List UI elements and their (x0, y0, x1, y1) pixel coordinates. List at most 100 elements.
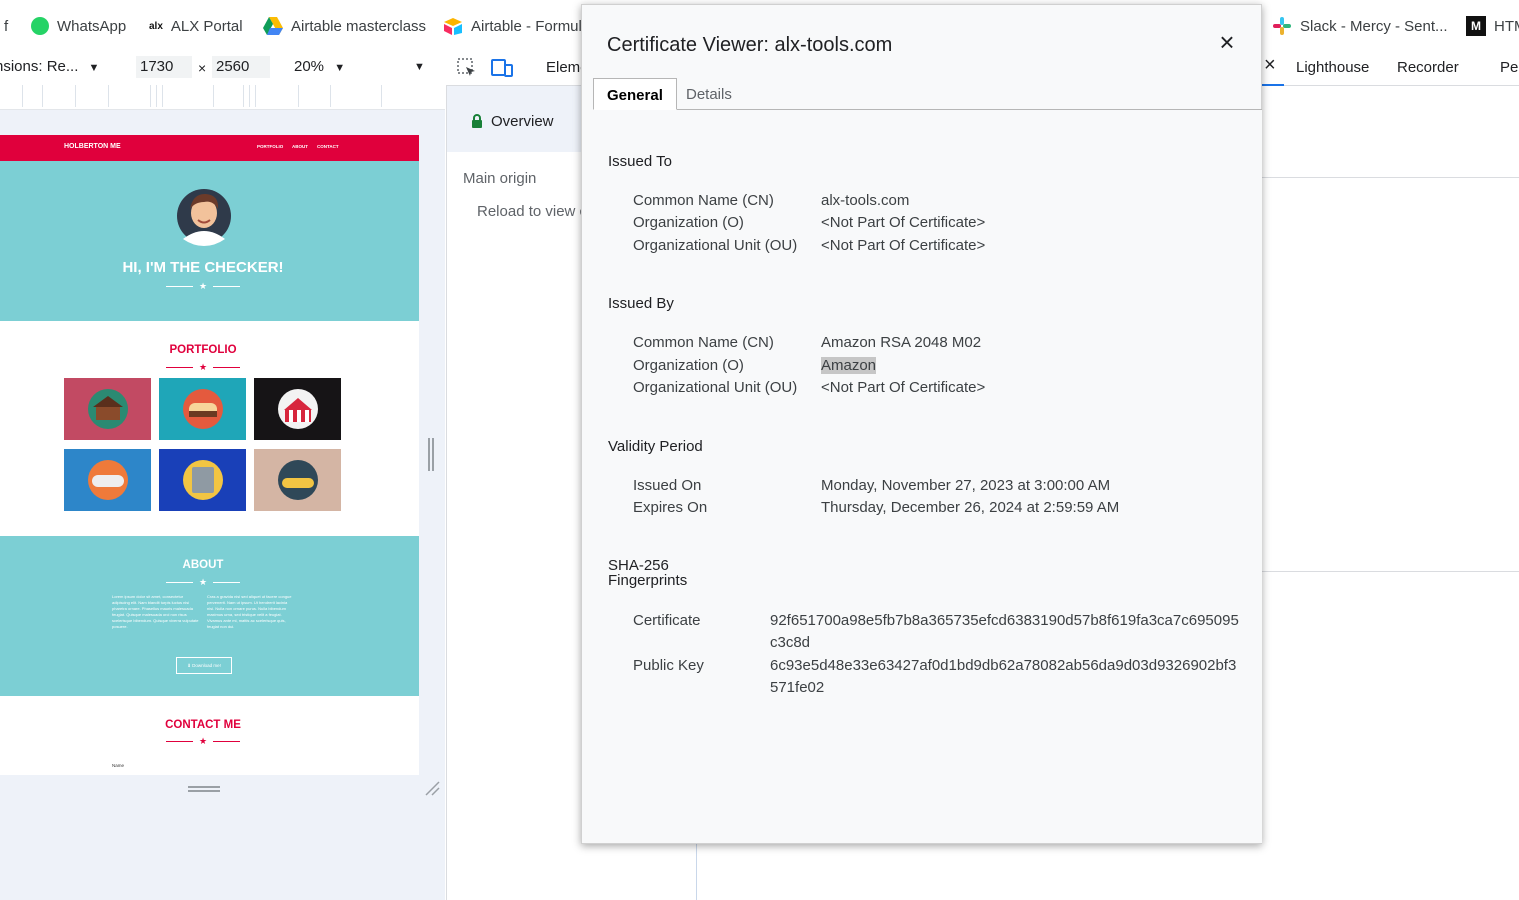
portfolio-tile-cabin[interactable] (64, 378, 151, 440)
issued-by-ou-label: Organizational Unit (OU) (633, 379, 798, 396)
issued-by-heading: Issued By (608, 295, 674, 312)
star-icon: ★ (198, 362, 208, 372)
times-sign: × (198, 60, 207, 76)
issued-to-ou-value: <Not Part Of Certificate> (821, 237, 986, 254)
resize-handle-horizontal[interactable] (188, 786, 220, 792)
issued-by-ou-value: <Not Part Of Certificate> (821, 379, 986, 396)
star-icon: ★ (198, 577, 208, 587)
issued-to-cn-value: alx-tools.com (821, 192, 910, 209)
bookmark-airtable-masterclass[interactable]: Airtable masterclass (263, 14, 426, 38)
issued-to-cn-label: Common Name (CN) (633, 192, 774, 209)
bookmark-airtable-formula[interactable]: Airtable - Formul (443, 14, 582, 38)
m-logo-icon: M (1466, 16, 1486, 36)
public-key-fingerprint-value: 6c93e5d48e33e63427af0d1bd9db62a78082ab56… (770, 657, 1237, 696)
about-text-col1: Lorem ipsum dolor sit amet, consectetur … (112, 594, 199, 629)
resize-handle-vertical[interactable] (428, 438, 434, 471)
close-dialog-button[interactable]: × (1214, 29, 1240, 55)
site-navbar: HOLBERTON ME PORTFOLIO ABOUT CONTACT (0, 135, 419, 161)
issued-by-cn-label: Common Name (CN) (633, 334, 774, 351)
close-tab-button[interactable]: × (1262, 50, 1284, 86)
device-toggle-icon[interactable] (491, 58, 513, 78)
download-button[interactable]: ⬇ Download me! (176, 657, 232, 674)
more-options-icon[interactable]: ▼ (414, 61, 425, 73)
portfolio-divider: ★ (166, 362, 240, 372)
portfolio-tile-circus[interactable] (254, 378, 341, 440)
validity-heading: Validity Period (608, 438, 703, 455)
close-icon: × (1219, 27, 1235, 57)
bookmark-htm[interactable]: M HTM (1466, 14, 1519, 38)
certificate-fingerprint-label: Certificate (633, 612, 701, 629)
contact-title: CONTACT ME (165, 719, 241, 731)
download-icon: ⬇ (187, 663, 191, 668)
issued-by-o-value: Amazon (821, 357, 877, 374)
overview-label: Overview (491, 113, 554, 130)
contact-name-label: Name (112, 763, 125, 768)
whatsapp-icon (31, 17, 49, 35)
tab-recorder[interactable]: Recorder (1397, 59, 1459, 76)
issued-on-label: Issued On (633, 477, 702, 494)
bookmark-f[interactable]: f (4, 14, 8, 38)
resize-corner-icon[interactable] (424, 780, 440, 796)
contact-section: CONTACT ME ★ Name (0, 696, 419, 775)
tab-lighthouse[interactable]: Lighthouse (1296, 59, 1369, 76)
portfolio-tile-submarine[interactable] (254, 449, 341, 511)
alx-icon: alx (149, 20, 163, 32)
lock-icon (472, 114, 482, 128)
dropdown-arrow-icon: ▼ (334, 62, 346, 74)
bookmark-alx-portal[interactable]: alx ALX Portal (149, 14, 243, 38)
about-text-col2: Cras a gravida nisl sed aliquet ut facer… (207, 594, 292, 629)
portfolio-tile-safe[interactable] (159, 449, 246, 511)
reload-hint: Reload to view c (477, 203, 588, 220)
issued-to-ou-label: Organizational Unit (OU) (633, 237, 798, 254)
nav-link-about[interactable]: ABOUT (292, 144, 308, 149)
portfolio-tile-game-controller[interactable] (64, 449, 151, 511)
bookmark-whatsapp[interactable]: WhatsApp (31, 14, 126, 38)
avatar (177, 189, 231, 246)
fingerprints-heading: SHA-256 Fingerprints (608, 557, 688, 589)
general-tab-panel: Issued To Common Name (CN) alx-tools.com… (593, 110, 1262, 843)
issued-to-o-value: <Not Part Of Certificate> (821, 214, 986, 231)
issued-to-o-label: Organization (O) (633, 214, 744, 231)
device-height-input[interactable]: 2560 (212, 56, 270, 78)
about-divider: ★ (166, 577, 240, 587)
bookmark-slack[interactable]: Slack - Mercy - Sent... (1272, 14, 1448, 38)
close-icon: × (1264, 54, 1276, 76)
google-drive-icon (263, 17, 283, 35)
hero-divider: ★ (166, 281, 240, 291)
main-origin-heading: Main origin (463, 170, 537, 187)
tab-performance[interactable]: Per (1500, 59, 1519, 76)
hero-title: HI, I'M THE CHECKER! (122, 259, 284, 276)
portfolio-title: PORTFOLIO (169, 344, 237, 356)
device-width-input[interactable]: 1730 (136, 56, 192, 78)
contact-divider: ★ (166, 736, 240, 746)
nav-link-contact[interactable]: CONTACT (317, 144, 339, 149)
nav-link-portfolio[interactable]: PORTFOLIO (257, 144, 283, 149)
dimensions-select[interactable]: Dimensions: Re... ▼ (0, 58, 99, 75)
tab-details[interactable]: Details (673, 78, 745, 109)
star-icon: ★ (198, 281, 208, 291)
issued-by-o-label: Organization (O) (633, 357, 744, 374)
issued-to-heading: Issued To (608, 153, 672, 170)
tab-general[interactable]: General (593, 78, 677, 110)
certificate-fingerprint-value: 92f651700a98e5fb7b8a365735efcd6383190d57… (770, 612, 1239, 651)
issued-on-value: Monday, November 27, 2023 at 3:00:00 AM (821, 477, 1111, 494)
airtable-icon (444, 18, 462, 35)
zoom-select[interactable]: 20% ▼ (294, 58, 345, 75)
issued-by-cn-value: Amazon RSA 2048 M02 (821, 334, 982, 351)
device-toolbar: Dimensions: Re... ▼ 1730 × 2560 20% ▼ ▼ (0, 50, 445, 86)
certificate-tabs: General Details (593, 78, 1262, 110)
about-title: ABOUT (182, 559, 224, 571)
media-query-ruler (0, 85, 445, 110)
site-brand[interactable]: HOLBERTON ME (64, 143, 121, 150)
expires-on-value: Thursday, December 26, 2024 at 2:59:59 A… (821, 499, 1120, 516)
expires-on-label: Expires On (633, 499, 708, 516)
slack-icon (1273, 17, 1291, 35)
dialog-title: Certificate Viewer: alx-tools.com (607, 34, 893, 56)
inspect-element-icon[interactable] (457, 58, 477, 78)
portfolio-tile-cake[interactable] (159, 378, 246, 440)
certificate-viewer-dialog: Certificate Viewer: alx-tools.com × Gene… (581, 4, 1262, 844)
star-icon: ★ (198, 736, 208, 746)
security-main-panel (1262, 86, 1519, 900)
portfolio-section: PORTFOLIO ★ (0, 321, 419, 536)
emulated-page[interactable]: HOLBERTON ME PORTFOLIO ABOUT CONTACT HI,… (0, 135, 419, 775)
